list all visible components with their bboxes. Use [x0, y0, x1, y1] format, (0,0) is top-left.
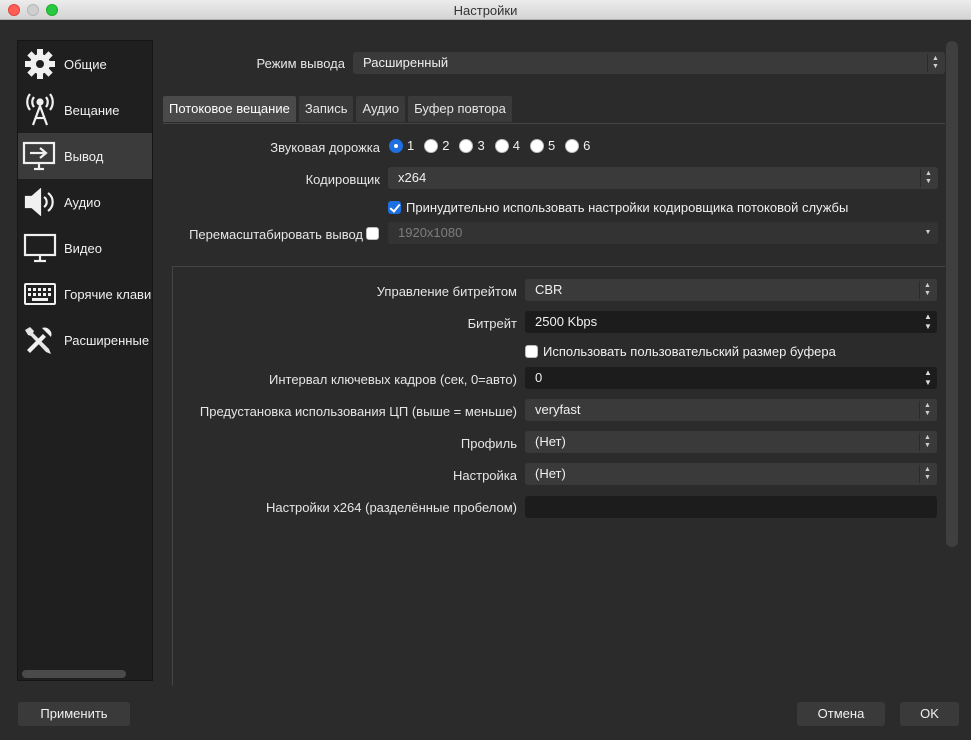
monitor-icon [22, 230, 58, 266]
select-arrows-icon: ▲ ▼ [919, 465, 935, 483]
checkbox-checked-icon [388, 201, 401, 214]
sidebar-item-label: Горячие клави [64, 286, 152, 302]
stepper-arrows-icon[interactable]: ▲ ▼ [919, 367, 937, 389]
select-arrows-icon: ▲ ▼ [919, 401, 935, 419]
rescale-label: Перемасштабировать вывод [189, 227, 363, 242]
sidebar-item-label: Вещание [64, 102, 120, 118]
bitrate-value: 2500 Kbps [535, 314, 598, 329]
broadcast-icon [22, 92, 58, 128]
profile-select[interactable]: (Нет) ▲ ▼ [525, 431, 937, 453]
title-bar: Настройки [0, 0, 971, 20]
keyframe-interval-label: Интервал ключевых кадров (сек, 0=авто) [268, 372, 517, 387]
profile-label: Профиль [460, 436, 517, 451]
cpu-preset-select[interactable]: veryfast ▲ ▼ [525, 399, 937, 421]
sidebar-item-label: Аудио [64, 194, 101, 210]
tune-select[interactable]: (Нет) ▲ ▼ [525, 463, 937, 485]
sidebar-item-label: Вывод [64, 148, 104, 164]
bitrate-spinbox[interactable]: 2500 Kbps ▲ ▼ [525, 311, 937, 333]
profile-value: (Нет) [535, 434, 566, 449]
tools-icon [22, 322, 58, 358]
sidebar-item-video[interactable]: Видео [18, 225, 152, 271]
checkbox-icon [525, 345, 538, 358]
select-arrows-icon: ▲ ▼ [919, 433, 935, 451]
ok-button[interactable]: OK [900, 702, 959, 726]
audio-track-radio-6[interactable]: 6 [565, 138, 590, 153]
cpu-preset-label: Предустановка использования ЦП (выше = м… [199, 404, 517, 419]
select-arrows-icon: ▲ ▼ [927, 54, 943, 72]
tab-streaming[interactable]: Потоковое вещание [163, 96, 296, 122]
speaker-icon [22, 184, 58, 220]
audio-track-radio-2[interactable]: 2 [424, 138, 449, 153]
enforce-service-settings-checkbox[interactable]: Принудительно использовать настройки код… [388, 200, 848, 215]
audio-track-radio-3[interactable]: 3 [459, 138, 485, 153]
keyframe-interval-value: 0 [535, 370, 543, 385]
rescale-resolution-select[interactable]: 1920x1080 ▼ [388, 222, 938, 244]
output-mode-select[interactable]: Расширенный ▲ ▼ [353, 52, 945, 74]
output-mode-value: Расширенный [363, 55, 449, 70]
bitrate-label: Битрейт [467, 316, 517, 331]
audio-track-radio-5[interactable]: 5 [529, 138, 555, 153]
select-arrows-icon: ▲ ▼ [920, 169, 936, 187]
tab-replay-buffer[interactable]: Буфер повтора [408, 96, 512, 122]
stepper-arrows-icon[interactable]: ▲ ▼ [919, 311, 937, 333]
vertical-scrollbar[interactable] [946, 41, 958, 547]
encoder-label: Кодировщик [305, 172, 380, 187]
sidebar-item-output[interactable]: Вывод [18, 133, 152, 179]
sidebar-item-audio[interactable]: Аудио [18, 179, 152, 225]
rate-control-label: Управление битрейтом [376, 284, 517, 299]
tune-value: (Нет) [535, 466, 566, 481]
keyboard-icon [22, 276, 58, 312]
sidebar-item-hotkeys[interactable]: Горячие клави [18, 271, 152, 317]
output-mode-label: Режим вывода [256, 56, 345, 71]
output-tabs: Потоковое вещание Запись Аудио Буфер пов… [163, 96, 515, 122]
cpu-preset-value: veryfast [535, 402, 581, 417]
encoder-select[interactable]: x264 ▲ ▼ [388, 167, 938, 189]
x264-options-label: Настройки x264 (разделённые пробелом) [265, 500, 517, 515]
window-title: Настройки [453, 3, 518, 18]
rate-control-select[interactable]: CBR ▲ ▼ [525, 279, 937, 301]
rescale-checkbox[interactable] [366, 227, 379, 240]
sidebar-item-stream[interactable]: Вещание [18, 87, 152, 133]
sidebar-item-general[interactable]: Общие [18, 41, 152, 87]
custom-buffer-checkbox[interactable]: Использовать пользовательский размер буф… [525, 344, 836, 359]
output-icon [22, 138, 58, 174]
rate-control-value: CBR [535, 282, 563, 297]
checkbox-icon [366, 227, 379, 240]
audio-track-radio-4[interactable]: 4 [494, 138, 520, 153]
tab-recording[interactable]: Запись [298, 96, 354, 122]
tab-divider [163, 123, 945, 124]
select-arrows-icon: ▲ ▼ [919, 281, 935, 299]
sidebar: Общие Вещание Вывод Аудио Видео Горячие … [17, 40, 153, 681]
sidebar-item-label: Видео [64, 240, 102, 256]
settings-window: Общие Вещание Вывод Аудио Видео Горячие … [0, 21, 971, 740]
audio-track-radio-1[interactable]: 1 [389, 138, 414, 153]
cancel-button[interactable]: Отмена [797, 702, 885, 726]
sidebar-horizontal-scrollbar[interactable] [22, 670, 126, 678]
audio-track-label: Звуковая дорожка [270, 140, 380, 155]
keyframe-interval-spinbox[interactable]: 0 ▲ ▼ [525, 367, 937, 389]
gear-icon [22, 46, 58, 82]
rescale-resolution-value: 1920x1080 [398, 225, 463, 240]
sidebar-item-advanced[interactable]: Расширенные [18, 317, 152, 363]
tune-label: Настройка [453, 468, 517, 483]
tab-audio[interactable]: Аудио [356, 96, 406, 122]
x264-options-input[interactable] [525, 496, 937, 518]
sidebar-item-label: Расширенные [64, 332, 150, 348]
apply-button[interactable]: Применить [18, 702, 130, 726]
audio-track-radio-group: 1 2 3 4 5 6 [389, 138, 600, 153]
chevron-down-icon: ▼ [924, 229, 932, 236]
sidebar-item-label: Общие [64, 56, 107, 72]
encoder-value: x264 [398, 170, 427, 185]
